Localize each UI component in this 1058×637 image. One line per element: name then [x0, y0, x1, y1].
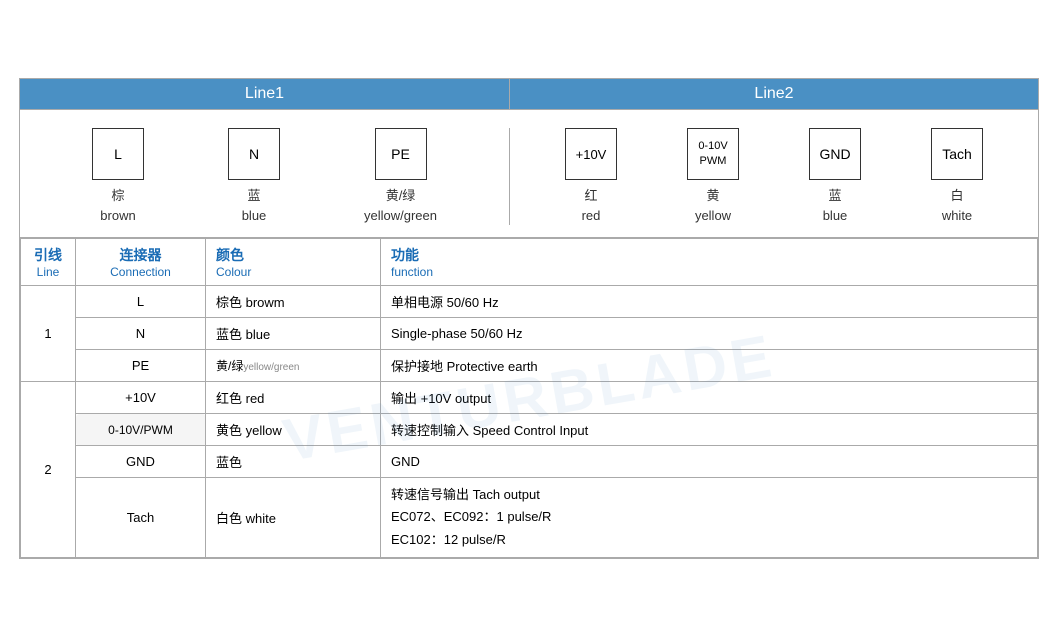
connector-box-GND: GND — [809, 128, 861, 180]
header-line1: Line1 — [20, 79, 510, 109]
header-connection: 连接器 Connection — [76, 239, 206, 286]
connection-PWM: 0-10V/PWM — [76, 414, 206, 446]
connection-10V: +10V — [76, 382, 206, 414]
function-PE: 保护接地 Protective earth — [381, 350, 1038, 382]
colour-GND: 蓝色 — [206, 446, 381, 478]
colour-Tach: 白色 white — [206, 478, 381, 557]
header-function: 功能 function — [381, 239, 1038, 286]
table-header-row: 引线 Line 连接器 Connection 颜色 Colour 功能 func… — [21, 239, 1038, 286]
connector-10V: +10V 红red — [565, 128, 617, 225]
header-colour-zh: 颜色 — [216, 245, 370, 265]
connector-label-N: 蓝blue — [242, 186, 267, 225]
diagram-line1: L 棕brown N 蓝blue PE 黄/绿yellow/green — [20, 128, 510, 225]
table-row: PE 黄/绿yellow/green 保护接地 Protective earth — [21, 350, 1038, 382]
table-wrapper: VENTURBLADE 引线 Line 连接器 Connection 颜色 Co… — [20, 238, 1038, 557]
connector-box-PWM: 0-10VPWM — [687, 128, 739, 180]
header-connection-en: Connection — [86, 265, 195, 279]
diagram-line2: +10V 红red 0-10VPWM 黄yellow GND 蓝blue Tac… — [510, 128, 1038, 225]
colour-L: 棕色 browm — [206, 286, 381, 318]
diagram-row: L 棕brown N 蓝blue PE 黄/绿yellow/green +10V… — [20, 110, 1038, 238]
table-row: 2 +10V 红色 red 输出 +10V output — [21, 382, 1038, 414]
header-function-zh: 功能 — [391, 245, 1027, 265]
connector-label-PWM: 黄yellow — [695, 186, 731, 225]
colour-PWM: 黄色 yellow — [206, 414, 381, 446]
data-table: 引线 Line 连接器 Connection 颜色 Colour 功能 func… — [20, 238, 1038, 557]
connector-box-Tach: Tach — [931, 128, 983, 180]
header-connection-zh: 连接器 — [86, 245, 195, 265]
connection-L: L — [76, 286, 206, 318]
connector-box-L: L — [92, 128, 144, 180]
table-row: 1 L 棕色 browm 单相电源 50/60 Hz — [21, 286, 1038, 318]
colour-10V: 红色 red — [206, 382, 381, 414]
connection-N: N — [76, 318, 206, 350]
function-GND: GND — [381, 446, 1038, 478]
table-row: N 蓝色 blue Single-phase 50/60 Hz — [21, 318, 1038, 350]
line-number-1: 1 — [21, 286, 76, 382]
connector-PWM: 0-10VPWM 黄yellow — [687, 128, 739, 225]
connector-box-10V: +10V — [565, 128, 617, 180]
header-line-zh: 引线 — [31, 245, 65, 265]
connection-PE: PE — [76, 350, 206, 382]
function-L: 单相电源 50/60 Hz — [381, 286, 1038, 318]
function-Tach: 转速信号输出 Tach output EC072、EC092：1 pulse/R… — [381, 478, 1038, 557]
connector-label-PE: 黄/绿yellow/green — [364, 186, 437, 225]
table-row: 0-10V/PWM 黄色 yellow 转速控制输入 Speed Control… — [21, 414, 1038, 446]
connector-PE: PE 黄/绿yellow/green — [364, 128, 437, 225]
header-row: Line1 Line2 — [20, 79, 1038, 110]
line-number-2: 2 — [21, 382, 76, 557]
connector-label-10V: 红red — [582, 186, 601, 225]
header-line: 引线 Line — [21, 239, 76, 286]
connector-N: N 蓝blue — [228, 128, 280, 225]
function-N: Single-phase 50/60 Hz — [381, 318, 1038, 350]
header-line-en: Line — [31, 265, 65, 279]
connection-GND: GND — [76, 446, 206, 478]
connector-label-Tach: 白white — [942, 186, 972, 225]
connection-Tach: Tach — [76, 478, 206, 557]
colour-PE: 黄/绿yellow/green — [206, 350, 381, 382]
header-line2: Line2 — [510, 79, 1038, 109]
table-row: GND 蓝色 GND — [21, 446, 1038, 478]
colour-N: 蓝色 blue — [206, 318, 381, 350]
main-container: Line1 Line2 L 棕brown N 蓝blue PE 黄/绿yello… — [19, 78, 1039, 558]
table-row: Tach 白色 white 转速信号输出 Tach output EC072、E… — [21, 478, 1038, 557]
connector-L: L 棕brown — [92, 128, 144, 225]
function-10V: 输出 +10V output — [381, 382, 1038, 414]
connector-label-L: 棕brown — [100, 186, 135, 225]
header-function-en: function — [391, 265, 1027, 279]
connector-GND: GND 蓝blue — [809, 128, 861, 225]
connector-Tach: Tach 白white — [931, 128, 983, 225]
connector-box-PE: PE — [375, 128, 427, 180]
connector-label-GND: 蓝blue — [823, 186, 848, 225]
header-colour: 颜色 Colour — [206, 239, 381, 286]
function-PWM: 转速控制输入 Speed Control Input — [381, 414, 1038, 446]
header-colour-en: Colour — [216, 265, 370, 279]
connector-box-N: N — [228, 128, 280, 180]
